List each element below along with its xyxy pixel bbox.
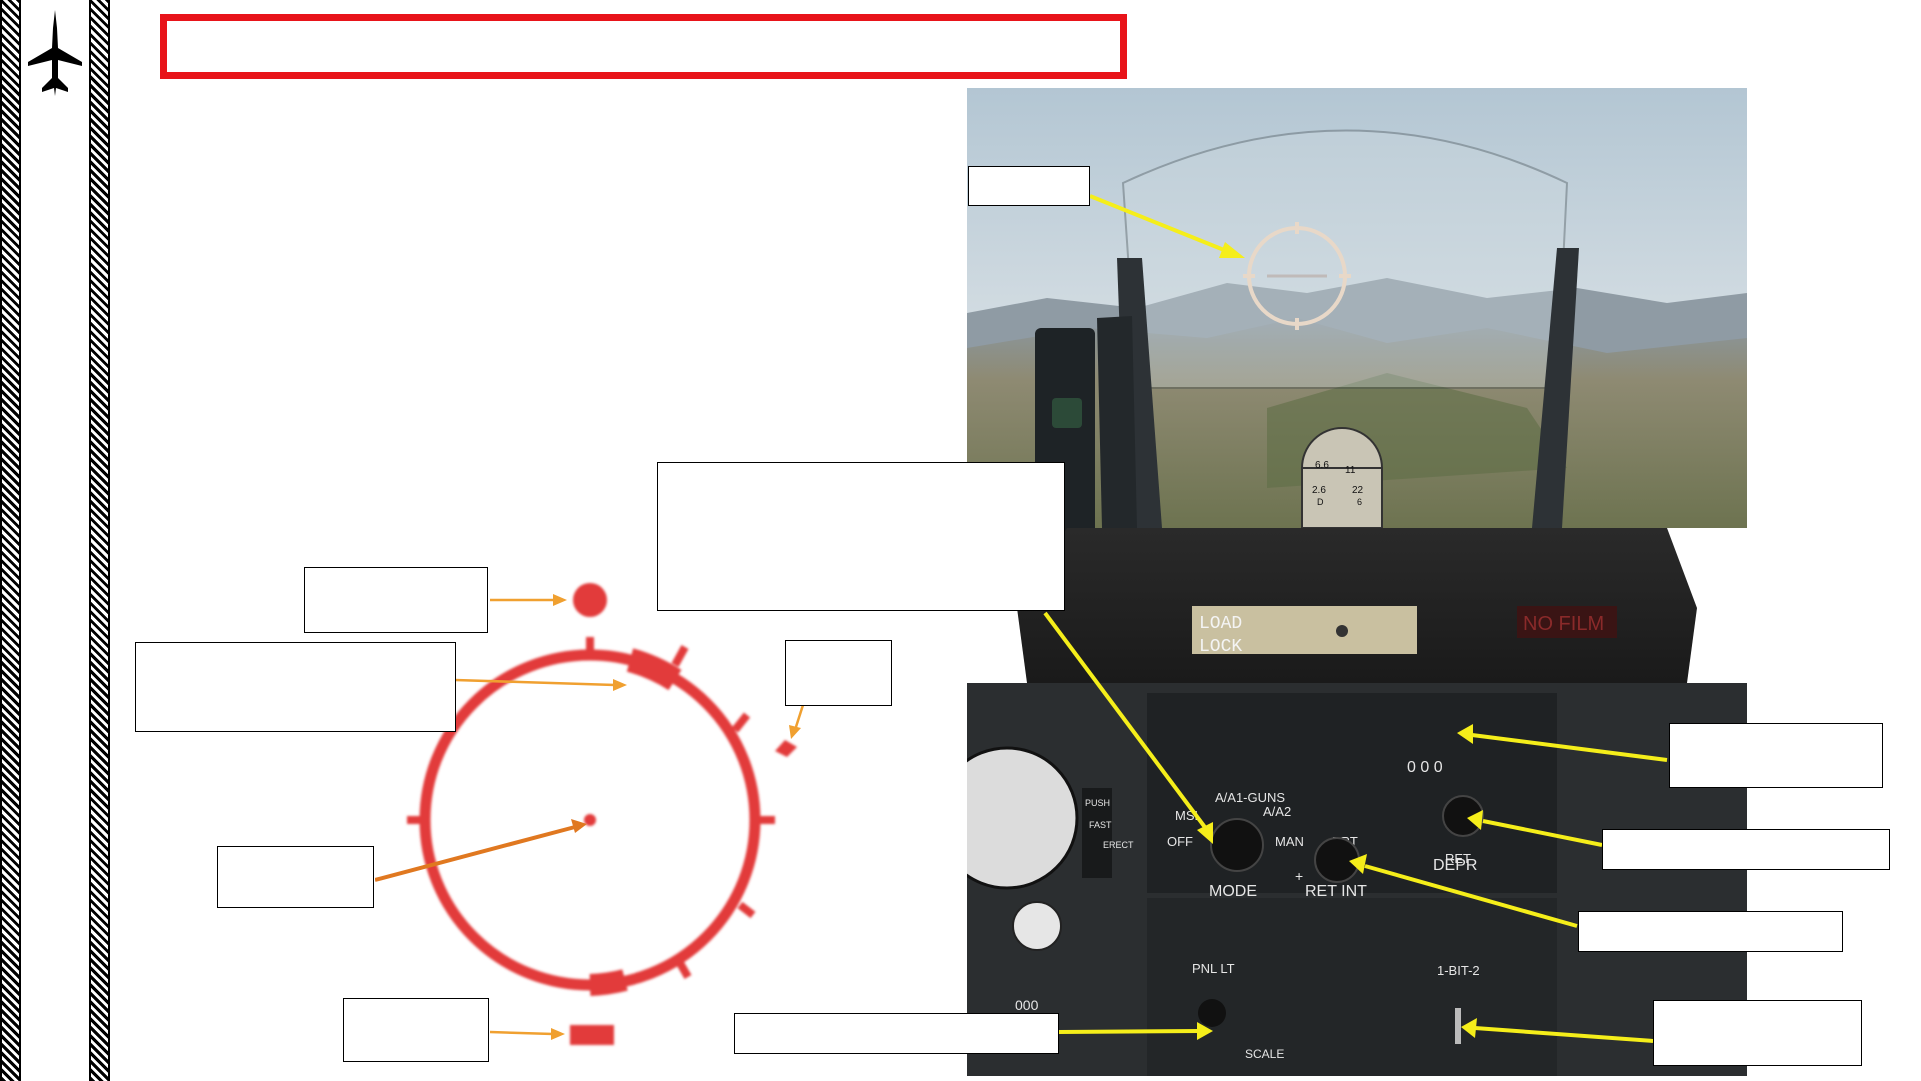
svg-text:SCALE: SCALE — [1245, 1047, 1284, 1061]
svg-text:OFF: OFF — [1167, 834, 1193, 849]
svg-text:DEPR: DEPR — [1433, 857, 1477, 874]
svg-text:MODE: MODE — [1209, 883, 1257, 900]
label-box-range-bar — [135, 642, 456, 732]
svg-text:LOAD: LOAD — [1199, 614, 1242, 634]
label-box-depr-counter — [1669, 723, 1883, 788]
svg-text:D: D — [1317, 497, 1324, 507]
sidebar-hatch-left — [0, 0, 21, 1081]
label-box-pnl-lt — [734, 1013, 1059, 1054]
svg-text:22: 22 — [1352, 485, 1364, 496]
svg-text:0 0 0: 0 0 0 — [1407, 759, 1443, 776]
standby-compass: 6.6 11 2.6 22 D 6 — [1301, 427, 1383, 529]
svg-text:LOCK: LOCK — [1199, 637, 1242, 657]
svg-text:PNL LT: PNL LT — [1192, 961, 1235, 976]
label-box-bottom-rect — [343, 998, 489, 1062]
jet-silhouette-icon — [26, 8, 84, 100]
svg-text:A/A2: A/A2 — [1263, 804, 1291, 819]
svg-text:000: 000 — [1015, 997, 1039, 1013]
svg-text:RET INT: RET INT — [1305, 883, 1367, 900]
svg-text:+: + — [1295, 868, 1303, 884]
label-box-diamond — [785, 640, 892, 706]
label-box-ret-int — [1578, 911, 1843, 952]
label-box-pipper — [217, 846, 374, 908]
label-box-top-dot — [304, 567, 488, 633]
svg-text:ERECT: ERECT — [1103, 840, 1134, 850]
reticle-ring — [407, 583, 797, 1045]
label-box-depr-knob — [1602, 829, 1890, 870]
label-box-mode-knob — [657, 462, 1065, 611]
label-box-bit-switch — [1653, 1000, 1862, 1066]
sidebar-hatch-right — [89, 0, 110, 1081]
svg-text:11: 11 — [1345, 465, 1356, 476]
load-lock-placard: LOAD LOCK — [1192, 606, 1417, 657]
svg-text:FAST: FAST — [1089, 820, 1112, 830]
svg-text:A/A1-GUNS: A/A1-GUNS — [1215, 790, 1285, 805]
svg-text:6.6: 6.6 — [1315, 460, 1329, 471]
svg-text:6: 6 — [1357, 497, 1362, 507]
svg-text:NO FILM: NO FILM — [1523, 613, 1604, 635]
svg-text:MAN: MAN — [1275, 834, 1304, 849]
no-film-light: NO FILM — [1517, 606, 1617, 638]
title-box — [160, 14, 1127, 79]
label-box-hud-reticle — [968, 166, 1090, 206]
svg-text:PUSH: PUSH — [1085, 798, 1110, 808]
svg-text:2.6: 2.6 — [1312, 485, 1326, 496]
svg-text:1-BIT-2: 1-BIT-2 — [1437, 963, 1480, 978]
